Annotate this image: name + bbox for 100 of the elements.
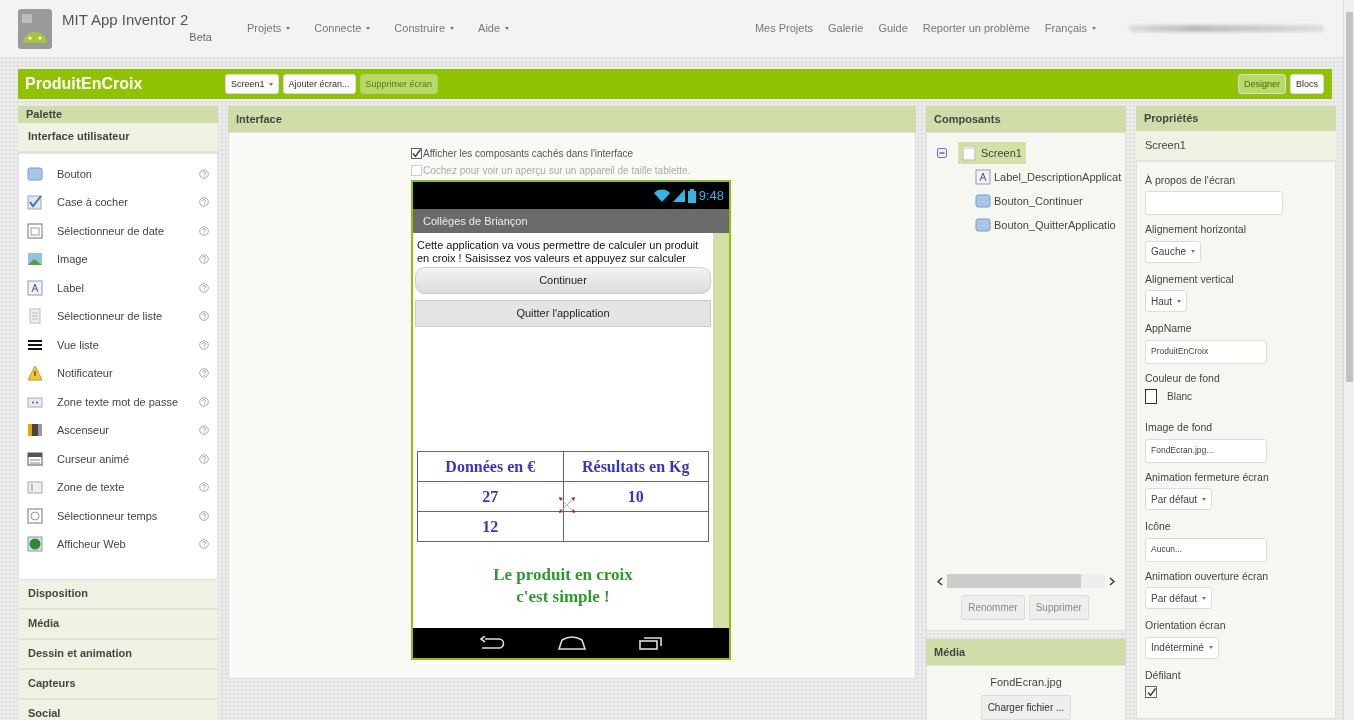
help-icon[interactable]	[199, 282, 209, 293]
checkbox[interactable]	[1145, 686, 1157, 699]
palette-item[interactable]: Vue liste	[19, 330, 217, 359]
text-field[interactable]: ProduitEnCroix	[1145, 339, 1267, 364]
nav-link[interactable]: Guide	[878, 20, 908, 37]
help-icon[interactable]	[199, 368, 209, 379]
image-icon	[27, 251, 43, 268]
vertical-scrollbar[interactable]	[1343, 0, 1354, 720]
help-icon[interactable]	[199, 482, 209, 493]
help-icon[interactable]	[199, 197, 209, 208]
palette-item[interactable]: Label	[19, 273, 217, 302]
checkbox-icon	[27, 194, 43, 211]
help-icon[interactable]	[199, 339, 209, 350]
help-icon[interactable]	[199, 510, 209, 521]
text-area[interactable]	[1145, 191, 1283, 216]
palette-category[interactable]: Social	[18, 699, 218, 720]
view-toggle-button[interactable]: Blocs	[1290, 74, 1324, 94]
table-cell: 27	[417, 481, 563, 512]
tree-node[interactable]: Bouton_QuitterApplicatio	[971, 213, 1120, 237]
menu-item[interactable]: Construire	[394, 20, 455, 37]
property-dropdown[interactable]: Par défaut	[1145, 488, 1213, 511]
color-name: Blanc	[1167, 390, 1192, 405]
back-icon[interactable]	[479, 636, 506, 650]
property-label: Icône	[1145, 519, 1172, 534]
color-swatch[interactable]	[1145, 389, 1157, 405]
palette-item[interactable]: Ascenseur	[19, 416, 217, 445]
nav-link[interactable]: Français	[1044, 20, 1096, 37]
help-icon[interactable]	[199, 254, 209, 265]
app-button[interactable]: Continuer	[415, 267, 711, 294]
globe-icon	[27, 536, 43, 553]
palette-item[interactable]: Case à cocher	[19, 188, 217, 217]
caret-icon	[1208, 646, 1213, 650]
battery-icon	[687, 188, 696, 203]
nav-link[interactable]: Galerie	[827, 20, 864, 37]
help-icon[interactable]	[199, 311, 209, 322]
property-label: AppName	[1145, 321, 1193, 336]
property-dropdown[interactable]: Haut	[1145, 290, 1188, 313]
add-screen-button[interactable]: Ajouter écran...	[282, 74, 356, 94]
palette-category[interactable]: Média	[18, 609, 218, 640]
palette-item[interactable]: Zone de texte	[19, 473, 217, 502]
upload-button[interactable]: Charger fichier ...	[980, 694, 1072, 720]
help-icon[interactable]	[199, 425, 209, 436]
help-icon[interactable]	[199, 225, 209, 236]
label-icon	[975, 169, 991, 185]
property-dropdown[interactable]: Indéterminé	[1145, 636, 1219, 659]
view-toggle-button[interactable]: Designer	[1237, 74, 1286, 94]
palette-item[interactable]: Sélectionneur de date	[19, 216, 217, 245]
horizontal-scrollbar[interactable]	[937, 573, 1115, 589]
checkbox-option[interactable]: Afficher les composants cachés dans l'interface	[411, 145, 733, 162]
help-icon[interactable]	[199, 396, 209, 407]
palette-item[interactable]: Image	[19, 245, 217, 274]
panel-header: Composants	[926, 106, 1126, 132]
palette-category[interactable]: Disposition	[18, 579, 218, 610]
calendar-icon	[27, 222, 43, 239]
palette-item[interactable]: Sélectionneur de liste	[19, 302, 217, 331]
help-icon[interactable]	[199, 453, 209, 464]
palette-category[interactable]: Interface utilisateur	[18, 122, 218, 153]
caret-icon	[1092, 27, 1096, 30]
dropdown-icon	[27, 450, 43, 467]
caret-icon	[366, 27, 371, 30]
property-dropdown[interactable]: Par défaut	[1145, 587, 1213, 610]
text-field[interactable]: Aucun...	[1145, 537, 1267, 562]
app-button[interactable]: Quitter l'application	[415, 300, 711, 327]
logo-icon	[18, 8, 52, 49]
nav-link[interactable]: Mes Projets	[754, 20, 813, 37]
help-icon[interactable]	[199, 168, 209, 179]
palette-item[interactable]: Sélectionneur temps	[19, 501, 217, 530]
screen-dropdown[interactable]: Screen1	[225, 74, 279, 94]
palette-item[interactable]: Curseur animé	[19, 444, 217, 473]
media-file[interactable]: FondEcran.jpg	[990, 674, 1062, 691]
tree-node[interactable]: Screen1	[958, 141, 1026, 165]
palette-item[interactable]: Afficheur Web	[19, 530, 217, 559]
property-dropdown[interactable]: Gauche	[1145, 240, 1202, 263]
palette-item[interactable]: Zone texte mot de passe	[19, 387, 217, 416]
tree-node[interactable]: Label_DescriptionApplicat	[971, 165, 1125, 189]
panel-header: Palette	[18, 106, 218, 123]
button-icon	[975, 217, 991, 233]
button-icon	[27, 165, 43, 182]
screen-icon	[962, 145, 978, 161]
text-field[interactable]: FondEcran.jpg...	[1145, 438, 1267, 463]
recent-apps-icon[interactable]	[638, 636, 663, 650]
selected-component-name: Screen1	[1136, 130, 1336, 161]
menu-item[interactable]: Aide	[478, 20, 510, 37]
textbox-icon	[27, 479, 43, 496]
scroll-right-icon[interactable]	[1109, 576, 1115, 586]
scroll-left-icon[interactable]	[937, 576, 943, 586]
help-icon[interactable]	[199, 539, 209, 550]
tree-node[interactable]: Bouton_Continuer	[971, 189, 1087, 213]
collapse-toggle[interactable]	[937, 148, 947, 158]
caret-icon	[1202, 497, 1207, 501]
palette-item[interactable]: Bouton	[19, 159, 217, 188]
check-icon	[412, 149, 421, 158]
menu-item[interactable]: Connecte	[314, 20, 371, 37]
nav-link[interactable]: Reporter un problème	[922, 20, 1030, 37]
home-icon[interactable]	[558, 636, 586, 650]
palette-item[interactable]: Notificateur	[19, 359, 217, 388]
menu-item[interactable]: Projets	[247, 20, 291, 37]
palette-category[interactable]: Dessin et animation	[18, 639, 218, 670]
property-label: À propos de l'écran	[1145, 172, 1237, 188]
palette-category[interactable]: Capteurs	[18, 669, 218, 700]
